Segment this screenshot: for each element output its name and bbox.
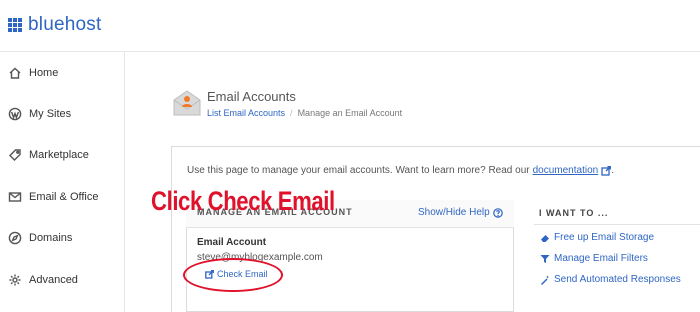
action-label: Free up Email Storage bbox=[554, 232, 655, 243]
intro-text: Use this page to manage your email accou… bbox=[187, 165, 614, 176]
grid-logo-icon bbox=[8, 18, 22, 32]
annotation-callout: Click Check Email bbox=[151, 186, 335, 216]
mail-icon bbox=[8, 192, 22, 202]
sidebar-item-label: Advanced bbox=[29, 274, 78, 286]
top-bar: bluehost bbox=[0, 0, 700, 52]
filter-icon bbox=[540, 254, 550, 263]
sidebar-item-label: My Sites bbox=[29, 108, 72, 120]
breadcrumb-link-list-email-accounts[interactable]: List Email Accounts bbox=[207, 108, 285, 118]
tag-icon bbox=[9, 149, 21, 161]
sidebar-item-email-office[interactable]: Email & Office bbox=[8, 187, 99, 207]
help-icon bbox=[492, 207, 503, 218]
email-account-label: Email Account bbox=[197, 237, 267, 248]
documentation-link[interactable]: documentation bbox=[533, 165, 599, 176]
show-hide-help-label: Show/Hide Help bbox=[418, 207, 490, 218]
divider bbox=[534, 224, 700, 225]
sidebar-item-home[interactable]: Home bbox=[8, 63, 58, 83]
home-icon bbox=[9, 67, 21, 79]
show-hide-help-link[interactable]: Show/Hide Help bbox=[418, 207, 503, 218]
bluehost-logo[interactable]: bluehost bbox=[8, 14, 101, 36]
sidebar-item-label: Marketplace bbox=[29, 149, 89, 161]
compass-icon bbox=[8, 231, 22, 245]
annotation-oval bbox=[183, 258, 283, 292]
email-account-icon bbox=[173, 90, 201, 116]
i-want-to-title: I WANT TO ... bbox=[539, 208, 609, 218]
sidebar-item-label: Home bbox=[29, 67, 59, 79]
send-automated-responses-link[interactable]: Send Automated Responses bbox=[540, 274, 681, 285]
page-title: Email Accounts bbox=[207, 89, 296, 104]
action-label: Send Automated Responses bbox=[554, 274, 681, 285]
free-up-email-storage-link[interactable]: Free up Email Storage bbox=[540, 232, 654, 243]
sidebar-item-advanced[interactable]: Advanced bbox=[8, 270, 78, 290]
intro-text-body: Use this page to manage your email accou… bbox=[187, 165, 530, 176]
manage-email-filters-link[interactable]: Manage Email Filters bbox=[540, 253, 648, 264]
gear-icon bbox=[9, 274, 21, 286]
brand-name: bluehost bbox=[28, 14, 102, 35]
breadcrumb-separator: / bbox=[290, 108, 293, 118]
external-link-icon[interactable] bbox=[601, 165, 612, 176]
sidebar-item-domains[interactable]: Domains bbox=[8, 228, 72, 248]
sidebar-item-label: Email & Office bbox=[29, 191, 99, 203]
intro-suffix: . bbox=[611, 165, 614, 176]
breadcrumb-current: Manage an Email Account bbox=[297, 108, 403, 118]
breadcrumb: List Email Accounts / Manage an Email Ac… bbox=[207, 108, 402, 118]
eraser-icon bbox=[541, 234, 549, 242]
sidebar-item-my-sites[interactable]: My Sites bbox=[8, 104, 71, 124]
action-label: Manage Email Filters bbox=[554, 253, 648, 264]
magic-wand-icon bbox=[541, 275, 550, 285]
sidebar-item-label: Domains bbox=[29, 232, 73, 244]
sidebar-item-marketplace[interactable]: Marketplace bbox=[8, 145, 89, 165]
wordpress-icon bbox=[8, 107, 22, 121]
